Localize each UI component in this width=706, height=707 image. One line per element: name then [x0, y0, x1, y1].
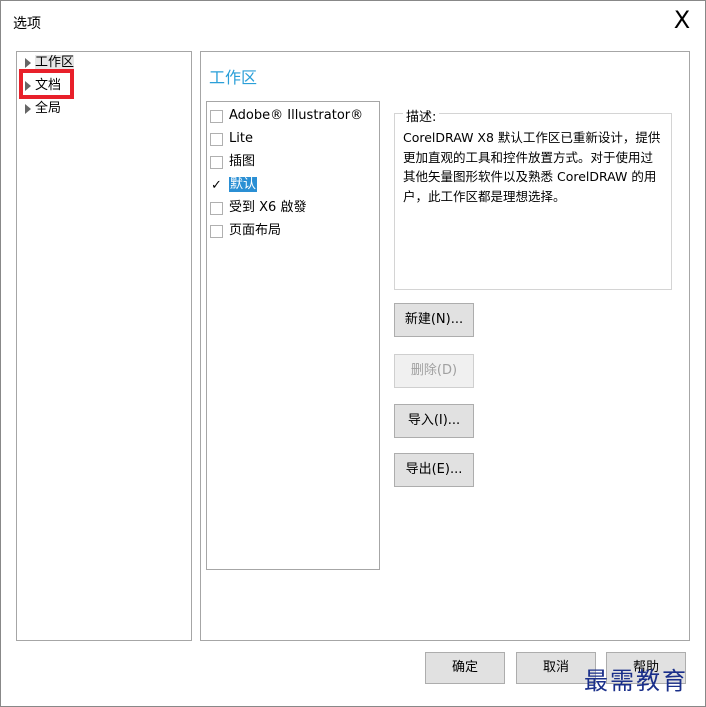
- description-group: 描述: CorelDRAW X8 默认工作区已重新设计，提供更加直观的工具和控件…: [394, 106, 672, 290]
- workspace-label: 受到 X6 啟發: [229, 200, 307, 215]
- close-icon: X: [673, 6, 691, 34]
- workspace-panel: 工作区 Adobe® Illustrator® Lite 插图 ✓ 默认 受到 X…: [200, 51, 690, 641]
- title-bar: 选项 X: [1, 1, 705, 41]
- expand-arrow-icon[interactable]: [25, 103, 31, 114]
- ok-button[interactable]: 确定: [425, 652, 505, 684]
- checkmark-icon: ✓: [211, 177, 222, 193]
- new-button[interactable]: 新建(N)...: [394, 303, 474, 337]
- workspace-label: 插图: [229, 154, 256, 169]
- options-dialog: 选项 X 工作区 文档 全局 工作区 Adobe® Illustrator® L…: [0, 0, 706, 707]
- highlight-annotation: [19, 69, 74, 99]
- checkbox[interactable]: [210, 224, 223, 238]
- export-button[interactable]: 导出(E)...: [394, 453, 474, 487]
- workspace-label: Lite: [229, 131, 253, 146]
- workspace-list[interactable]: Adobe® Illustrator® Lite 插图 ✓ 默认 受到 X6 啟發…: [206, 101, 380, 570]
- checkbox[interactable]: [210, 109, 223, 123]
- delete-button[interactable]: 删除(D): [394, 354, 474, 388]
- workspace-label: 页面布局: [229, 223, 282, 238]
- section-title: 工作区: [209, 68, 258, 87]
- workspace-item-illustration[interactable]: 插图: [210, 151, 255, 173]
- checkbox-checked[interactable]: ✓: [210, 177, 223, 193]
- workspace-item-page-layout[interactable]: 页面布局: [210, 220, 281, 242]
- description-text: CorelDRAW X8 默认工作区已重新设计，提供更加直观的工具和控件放置方式…: [403, 130, 661, 204]
- workspace-label: Adobe® Illustrator®: [229, 108, 364, 123]
- category-tree: 工作区 文档 全局: [16, 51, 192, 641]
- checkbox[interactable]: [210, 155, 223, 169]
- import-button[interactable]: 导入(I)...: [394, 404, 474, 438]
- description-legend: 描述:: [403, 106, 440, 125]
- expand-arrow-icon[interactable]: [25, 57, 31, 68]
- checkbox[interactable]: [210, 132, 223, 146]
- window-title: 选项: [13, 16, 41, 32]
- workspace-item-default[interactable]: ✓ 默认: [210, 174, 258, 196]
- tree-item-label: 工作区: [35, 55, 75, 70]
- checkbox[interactable]: [210, 201, 223, 215]
- tree-item-global[interactable]: 全局: [25, 98, 61, 120]
- workspace-label: 默认: [229, 177, 258, 192]
- close-button[interactable]: X: [663, 5, 701, 35]
- tree-item-label: 全局: [35, 101, 62, 116]
- workspace-item-lite[interactable]: Lite: [210, 128, 253, 150]
- watermark-text: 最需教育: [584, 667, 688, 695]
- workspace-item-illustrator[interactable]: Adobe® Illustrator®: [210, 105, 363, 127]
- workspace-item-x6[interactable]: 受到 X6 啟發: [210, 197, 306, 219]
